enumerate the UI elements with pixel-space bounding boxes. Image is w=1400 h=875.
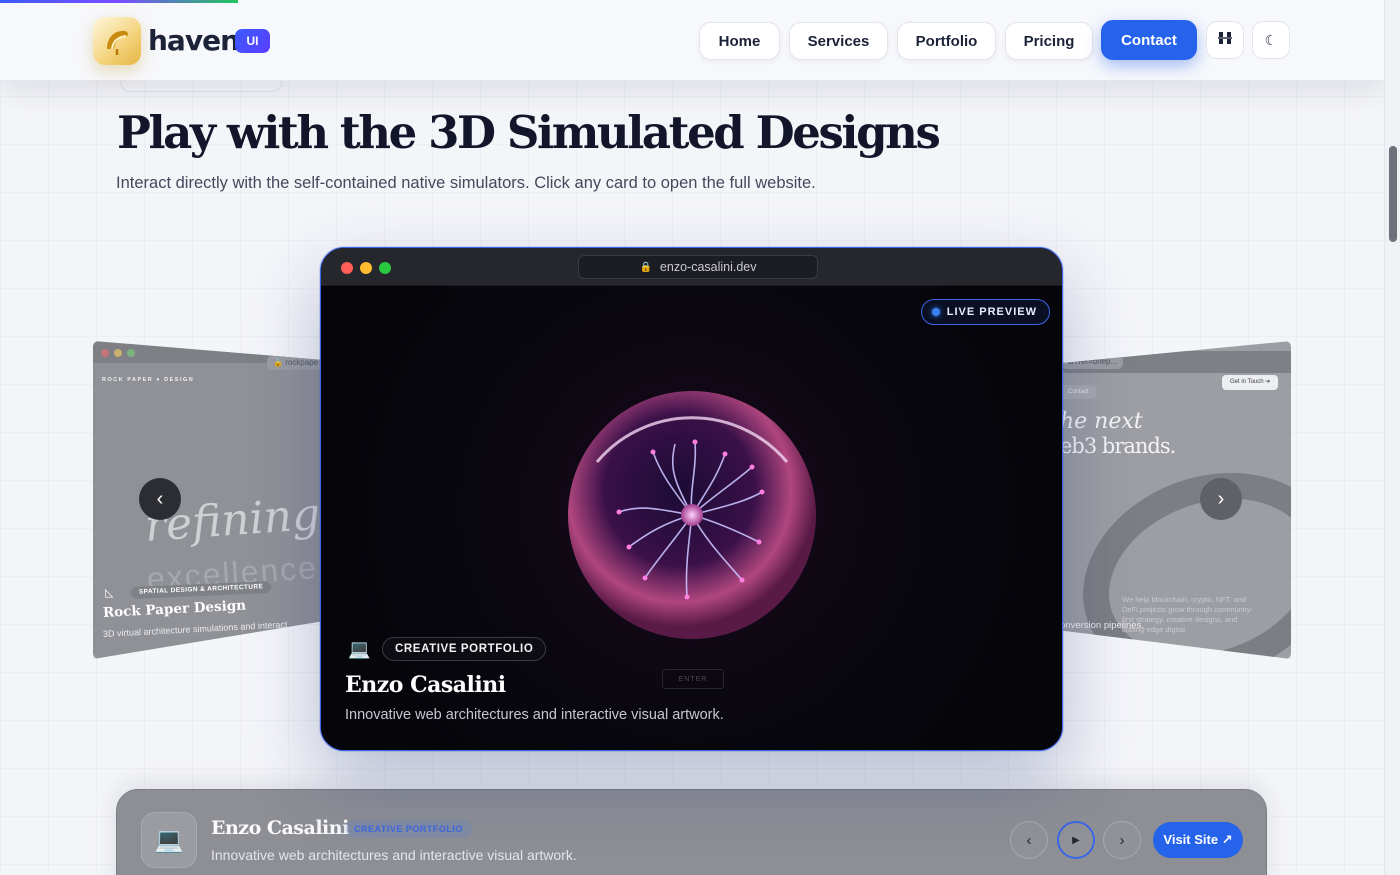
carousel-prev-button[interactable]: ‹ <box>139 478 181 520</box>
site-header: haven UI Home Services Portfolio Pricing… <box>0 0 1384 81</box>
minimize-dot <box>114 349 122 357</box>
lock-icon: 🔒 <box>639 261 652 273</box>
close-dot <box>101 349 109 357</box>
detail-category-badge: CREATIVE PORTFOLIO <box>345 820 472 838</box>
laptop-icon: 💻 <box>348 639 371 659</box>
site-brand-line: ROCK PAPER ● DESIGN <box>102 377 195 383</box>
card-description: Innovative web architectures and interac… <box>345 707 724 723</box>
detail-next-button[interactable]: › <box>1103 821 1141 859</box>
enter-button[interactable]: ENTER <box>662 669 724 689</box>
grid-toggle-icon <box>1217 30 1233 50</box>
live-indicator-dot <box>931 308 940 316</box>
close-dot[interactable] <box>341 262 353 274</box>
detail-prev-button[interactable]: ‹ <box>1010 821 1048 859</box>
grid-toggle-button[interactable] <box>1206 21 1244 59</box>
card-title: Rock Paper Design <box>102 597 247 621</box>
laptop-icon: 💻 <box>141 812 197 868</box>
hero-headline-2: eb3 brands. <box>1060 434 1176 458</box>
detail-title: Enzo Casalini <box>211 817 349 839</box>
autoplay-button[interactable]: ▶ <box>1057 821 1095 859</box>
shell-logo-icon[interactable] <box>93 17 141 65</box>
brand-badge: UI <box>235 29 270 53</box>
card-title: Enzo Casalini <box>345 672 506 698</box>
detail-description: Innovative web architectures and interac… <box>211 847 577 863</box>
page-scrollbar[interactable] <box>1384 0 1400 875</box>
page-title: Play with the 3D Simulated Designs <box>117 106 941 159</box>
contact-button[interactable]: Contact <box>1101 20 1197 60</box>
chevron-right-icon: › <box>1119 831 1125 849</box>
hero-bottom-line: onversion pipelines. <box>1060 620 1144 631</box>
live-preview-label: LIVE PREVIEW <box>946 306 1037 318</box>
carousel-card-enzo-casalini[interactable]: 🔒 enzo-casalini.dev LIVE PREVIEW 💻 CREAT… <box>320 247 1063 751</box>
project-detail-panel: 💻 Enzo Casalini CREATIVE PORTFOLIO Innov… <box>116 789 1267 875</box>
get-in-touch-button: Get in Touch ➔ <box>1222 375 1279 390</box>
chevron-left-icon: ‹ <box>1026 831 1032 849</box>
nav-portfolio-button[interactable]: Portfolio <box>897 22 996 60</box>
live-preview-badge[interactable]: LIVE PREVIEW <box>920 299 1050 325</box>
category-badge: CREATIVE PORTFOLIO <box>382 637 547 661</box>
play-icon: ▶ <box>1072 834 1080 846</box>
chevron-right-icon: › <box>1217 487 1225 510</box>
url-text: enzo-casalini.dev <box>659 260 757 274</box>
maximize-dot[interactable] <box>379 262 391 274</box>
visit-site-button[interactable]: Visit Site ↗ <box>1153 822 1243 858</box>
brand-name[interactable]: haven <box>148 24 240 57</box>
nav-services-button[interactable]: Services <box>789 22 888 60</box>
triangle-logo-icon: ◺ <box>105 587 114 599</box>
scroll-progress-bar <box>0 0 238 3</box>
browser-bar: 🔒 enzo-casalini.dev <box>321 248 1062 286</box>
chevron-left-icon: ‹ <box>156 487 164 510</box>
nav-pricing-button[interactable]: Pricing <box>1005 22 1093 60</box>
plasma-globe-image <box>558 383 826 651</box>
page-subtitle: Interact directly with the self-containe… <box>116 174 816 192</box>
carousel-card-web3-agency[interactable]: z/?ref=onep... Contact Get in Touch ➔ he… <box>1060 341 1291 659</box>
carousel-card-rock-paper-design[interactable]: 🔒 rockpape ROCK PAPER ● DESIGN refining … <box>93 341 325 659</box>
moon-icon: ☾ <box>1264 31 1278 48</box>
maximize-dot <box>127 349 135 357</box>
scrollbar-thumb[interactable] <box>1389 146 1397 242</box>
nav-contact-link: Contact <box>1060 385 1097 399</box>
minimize-dot[interactable] <box>360 262 372 274</box>
carousel-next-button[interactable]: › <box>1200 478 1242 520</box>
url-bar[interactable]: 🔒 enzo-casalini.dev <box>578 255 818 279</box>
hero-headline: he next <box>1060 409 1143 434</box>
nav-home-button[interactable]: Home <box>699 22 780 60</box>
theme-toggle-button[interactable]: ☾ <box>1252 21 1290 59</box>
